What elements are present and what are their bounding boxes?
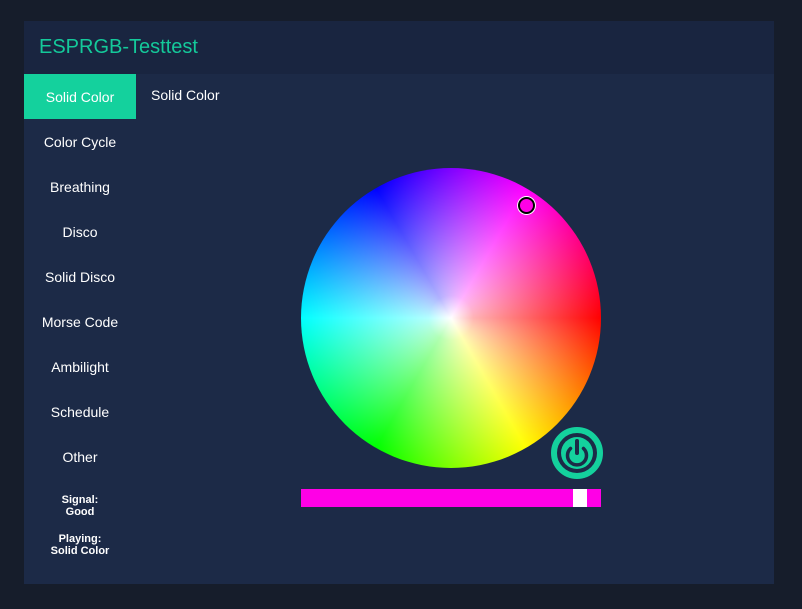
signal-label: Signal:: [61, 494, 99, 506]
sidebar-item-schedule[interactable]: Schedule: [24, 389, 136, 434]
brightness-slider-thumb[interactable]: [573, 489, 587, 507]
header-bar: ESPRGB-Testtest: [24, 21, 774, 74]
color-wheel-handle[interactable]: [518, 197, 535, 214]
playing-status: Playing: Solid Color: [24, 533, 136, 557]
signal-status: Signal: Good: [24, 494, 136, 518]
power-icon: [551, 427, 603, 479]
sidebar-item-breathing[interactable]: Breathing: [24, 164, 136, 209]
sidebar: Solid Color Color Cycle Breathing Disco …: [24, 74, 136, 557]
power-button[interactable]: [550, 426, 604, 480]
app-title: ESPRGB-Testtest: [39, 36, 198, 58]
playing-label: Playing:: [58, 533, 102, 545]
sidebar-item-disco[interactable]: Disco: [24, 209, 136, 254]
sidebar-item-other[interactable]: Other: [24, 434, 136, 479]
playing-value: Solid Color: [50, 545, 110, 557]
brightness-slider[interactable]: [301, 489, 601, 507]
sidebar-item-color-cycle[interactable]: Color Cycle: [24, 119, 136, 164]
sidebar-item-morse-code[interactable]: Morse Code: [24, 299, 136, 344]
signal-value: Good: [65, 506, 95, 518]
sidebar-item-solid-color[interactable]: Solid Color: [24, 74, 136, 119]
color-wheel[interactable]: [301, 168, 601, 468]
mode-title: Solid Color: [151, 87, 220, 103]
sidebar-item-ambilight[interactable]: Ambilight: [24, 344, 136, 389]
app-window: ESPRGB-Testtest Solid Color Color Cycle …: [24, 21, 774, 584]
sidebar-item-solid-disco[interactable]: Solid Disco: [24, 254, 136, 299]
